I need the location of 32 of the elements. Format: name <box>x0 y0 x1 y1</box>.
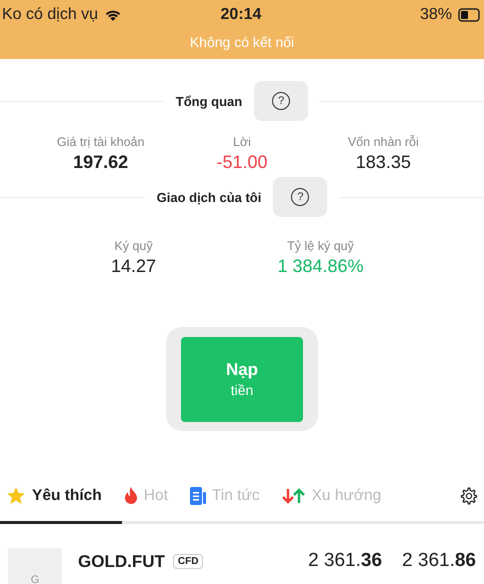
stat-value: 183.35 <box>356 152 411 173</box>
clock-text: 20:14 <box>220 6 262 24</box>
document-icon <box>190 487 206 505</box>
stat-label: Lời <box>233 135 251 149</box>
stat-label: Giá trị tài khoản <box>56 135 144 149</box>
sell-price: 2 361.36 <box>308 550 382 572</box>
wifi-icon <box>104 8 122 22</box>
stat-label: Ký quỹ <box>114 239 153 253</box>
carrier-text: Ko có dịch vụ <box>2 6 98 24</box>
instrument-name[interactable]: GOLD.FUT <box>78 552 165 572</box>
banner-text: Không có kết nối <box>190 34 294 50</box>
buy-price: 2 361.86 <box>402 550 476 572</box>
section-title: Tổng quan <box>176 94 242 108</box>
stat-value: 1 384.86% <box>277 256 364 277</box>
stat-label: Tỷ lệ ký quỹ <box>287 239 354 253</box>
stat-value: 14.27 <box>110 256 156 277</box>
stat-value: 197.62 <box>73 152 128 173</box>
up-down-arrows-icon <box>282 488 306 504</box>
battery-icon <box>458 8 480 22</box>
tab[interactable]: Yêu thích <box>6 486 114 506</box>
help-button[interactable]: ? <box>273 177 328 217</box>
settings-icon <box>460 487 478 505</box>
battery-text: 38% <box>420 6 452 24</box>
instrument-tag: CFD <box>172 554 204 569</box>
stat-value: -51.00 <box>216 152 268 173</box>
section-title: Giao dịch của tôi <box>156 190 262 204</box>
help-button[interactable]: ? <box>254 81 308 121</box>
settings-button[interactable] <box>460 487 478 505</box>
flame-icon <box>124 487 138 505</box>
avatar: G <box>8 548 62 584</box>
stat-label: Vốn nhàn rỗi <box>348 135 419 149</box>
star-icon <box>6 486 26 506</box>
